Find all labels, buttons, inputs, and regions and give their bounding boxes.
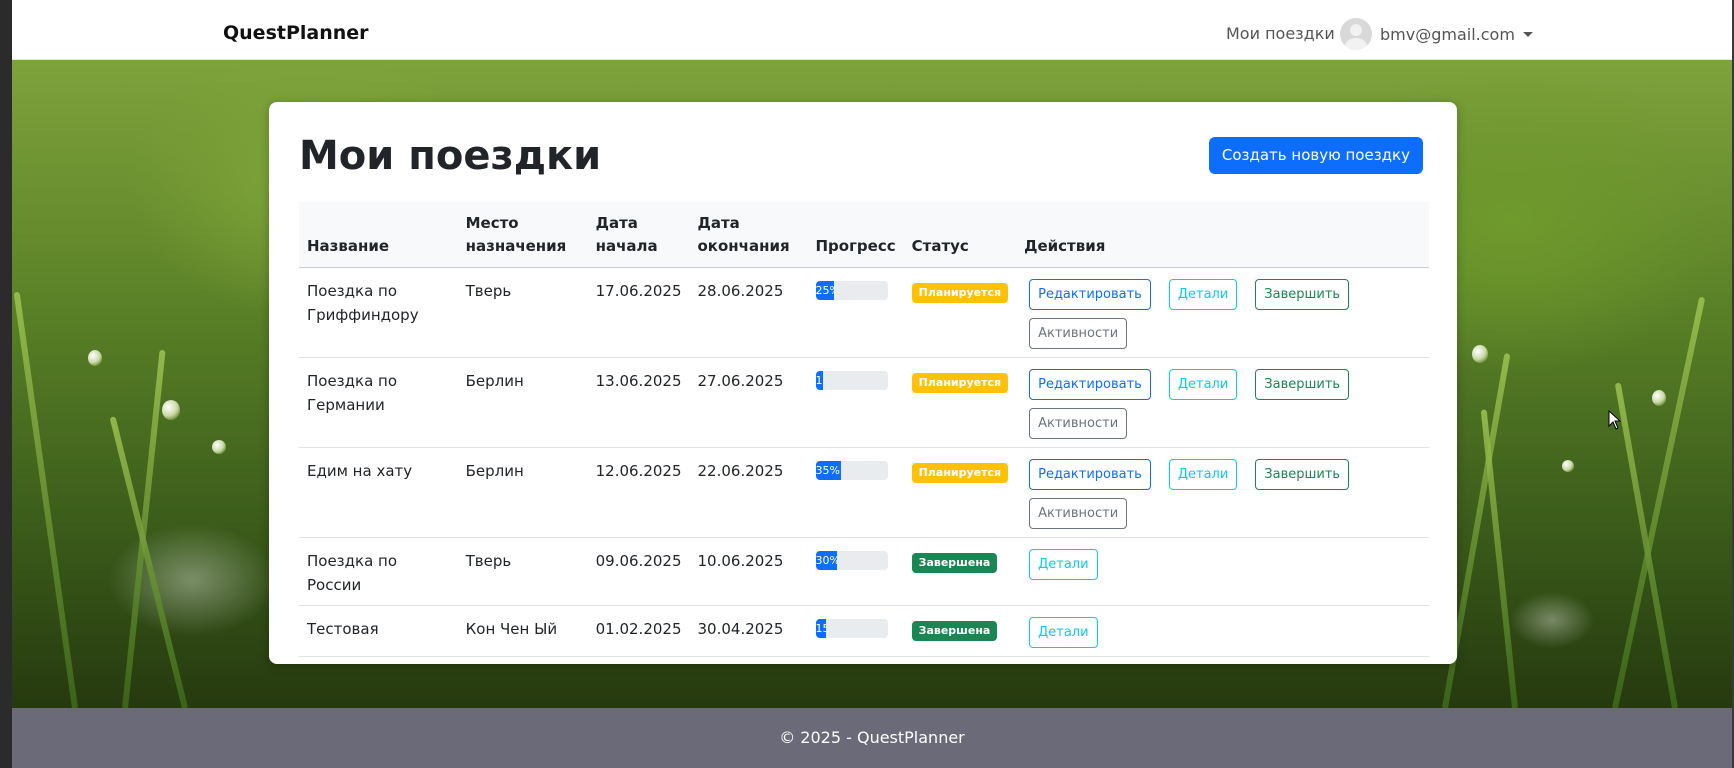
edit-button[interactable]: Редактировать [1029, 369, 1151, 400]
cell-end-date: 27.06.2025 [689, 357, 808, 448]
progress-bar-fill: 10% [815, 371, 823, 390]
progress-bar-fill: 15% [815, 619, 827, 638]
cell-actions: Детали [1016, 537, 1429, 606]
progress-bar-fill: 25% [815, 281, 834, 300]
activities-button[interactable]: Активности [1029, 408, 1128, 439]
edit-button[interactable]: Редактировать [1029, 279, 1151, 310]
details-button[interactable]: Детали [1168, 369, 1238, 400]
user-menu[interactable]: bmv@gmail.com [1340, 18, 1533, 50]
cell-destination: Кон Чен Ый [457, 605, 588, 657]
status-badge: Завершена [911, 553, 998, 573]
footer-text: © 2025 - QuestPlanner [779, 728, 965, 747]
activities-button[interactable]: Активности [1029, 318, 1128, 349]
header-end-date: Дата окончания [689, 202, 808, 268]
cell-status: Завершена [903, 537, 1017, 606]
cell-end-date: 22.06.2025 [689, 447, 808, 538]
status-badge: Планируется [911, 283, 1009, 303]
cell-status: Завершена [903, 605, 1017, 657]
window-edge-left [0, 0, 12, 768]
details-button[interactable]: Детали [1029, 617, 1098, 648]
table-row: Поездка по Германии Берлин 13.06.2025 27.06… [299, 357, 1429, 448]
navbar: QuestPlanner Мои поездки bmv@gmail.com [12, 0, 1732, 60]
cell-status: Планируется [903, 267, 1017, 358]
cell-start-date: 09.06.2025 [587, 537, 690, 606]
cell-destination: Берлин [457, 357, 588, 448]
app: QuestPlanner Мои поездки bmv@gmail.com М… [12, 0, 1732, 768]
status-badge: Планируется [911, 373, 1009, 393]
progress-bar-track: 35% [815, 461, 888, 480]
progress-bar-fill: 30% [815, 551, 838, 570]
footer: © 2025 - QuestPlanner [12, 708, 1732, 768]
progress-bar-track: 15% [815, 619, 888, 638]
cell-status: Планируется [903, 357, 1017, 448]
brand-logo[interactable]: QuestPlanner [223, 22, 369, 44]
finish-button[interactable]: Завершить [1255, 459, 1350, 490]
cell-progress: 25% [807, 267, 904, 358]
table-row: Едим на хату Берлин 12.06.2025 22.06.2025 35… [299, 447, 1429, 538]
header-destination: Место назначения [457, 202, 588, 268]
details-button[interactable]: Детали [1029, 549, 1098, 580]
cell-name: Поездка по Гриффиндору [299, 267, 458, 358]
cell-end-date: 30.04.2025 [689, 605, 808, 657]
cell-name: Тестовая [299, 605, 458, 657]
progress-bar-fill: 35% [815, 461, 841, 480]
cell-status: Планируется [903, 447, 1017, 538]
create-trip-button[interactable]: Создать новую поездку [1208, 137, 1423, 174]
cell-name: Едим на хату [299, 447, 458, 538]
header-progress: Прогресс [807, 202, 904, 268]
table-row: Поездка по Гриффиндору Тверь 17.06.2025 28.… [299, 267, 1429, 358]
cell-progress: 15% [807, 605, 904, 657]
activities-button[interactable]: Активности [1029, 498, 1128, 529]
progress-bar-track: 30% [815, 551, 888, 570]
table-row: Поездка по России Тверь 09.06.2025 10.06.20… [299, 537, 1429, 606]
status-badge: Планируется [911, 463, 1009, 483]
status-badge: Завершена [911, 621, 998, 641]
header-actions: Действия [1016, 202, 1429, 268]
cell-start-date: 12.06.2025 [587, 447, 690, 538]
header-name: Название [299, 202, 458, 268]
cell-destination: Берлин [457, 447, 588, 538]
finish-button[interactable]: Завершить [1255, 369, 1350, 400]
cell-destination: Тверь [457, 267, 588, 358]
table-header-row: Название Место назначения Дата начала Да… [299, 202, 1429, 268]
cell-end-date: 10.06.2025 [689, 537, 808, 606]
page-title: Мои поездки [299, 133, 602, 179]
cell-name: Поездка по Германии [299, 357, 458, 448]
cell-progress: 30% [807, 537, 904, 606]
details-button[interactable]: Детали [1168, 279, 1238, 310]
nav-link-my-trips[interactable]: Мои поездки [1226, 24, 1335, 43]
details-button[interactable]: Детали [1168, 459, 1238, 490]
cell-progress: 35% [807, 447, 904, 538]
finish-button[interactable]: Завершить [1255, 279, 1350, 310]
cell-start-date: 13.06.2025 [587, 357, 690, 448]
cell-actions: Редактировать Детали Завершить Активности [1016, 267, 1429, 358]
trips-table: Название Место назначения Дата начала Да… [299, 202, 1429, 657]
trips-card: Мои поездки Создать новую поездку Назван… [269, 102, 1457, 664]
cell-progress: 10% [807, 357, 904, 448]
header-status: Статус [903, 202, 1017, 268]
cell-destination: Тверь [457, 537, 588, 606]
progress-bar-track: 10% [815, 371, 888, 390]
cell-start-date: 17.06.2025 [587, 267, 690, 358]
progress-bar-track: 25% [815, 281, 888, 300]
cell-actions: Редактировать Детали Завершить Активности [1016, 447, 1429, 538]
cell-end-date: 28.06.2025 [689, 267, 808, 358]
edit-button[interactable]: Редактировать [1029, 459, 1151, 490]
cell-actions: Детали [1016, 605, 1429, 657]
table-row: Тестовая Кон Чен Ый 01.02.2025 30.04.2025 15… [299, 605, 1429, 657]
cell-start-date: 01.02.2025 [587, 605, 690, 657]
avatar [1340, 18, 1372, 50]
cell-actions: Редактировать Детали Завершить Активности [1016, 357, 1429, 448]
cell-name: Поездка по России [299, 537, 458, 606]
chevron-down-icon [1522, 31, 1533, 37]
user-email: bmv@gmail.com [1380, 24, 1515, 44]
header-start-date: Дата начала [587, 202, 690, 268]
